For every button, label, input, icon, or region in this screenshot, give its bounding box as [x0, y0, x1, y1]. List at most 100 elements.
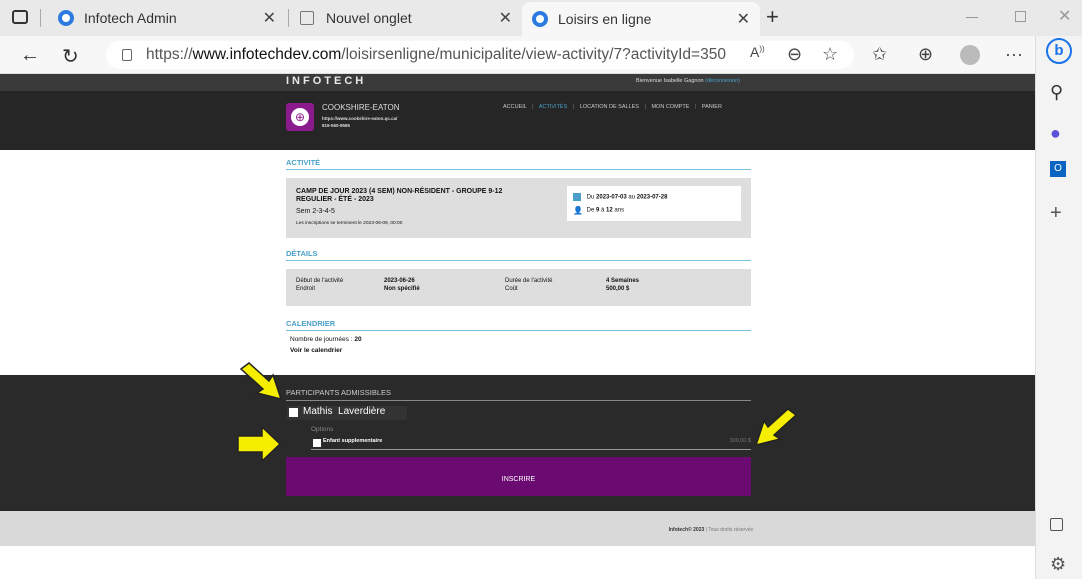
url-field[interactable]: https://www.infotechdev.com/loisirsenlig… [106, 41, 854, 69]
favorites-list-icon[interactable]: ✩ [872, 44, 887, 65]
settings-icon[interactable]: ⚙ [1050, 554, 1066, 575]
section-calendar-title: CALENDRIER [286, 319, 751, 331]
activity-box: CAMP DE JOUR 2023 (4 SEM) NON-RÉSIDENT -… [286, 178, 751, 238]
search-icon[interactable]: ⚲ [1050, 82, 1063, 103]
age-suffix: ans [614, 207, 625, 214]
org-url[interactable]: https://www.cookshire-eaton.qc.ca/ [322, 116, 397, 121]
favorite-icon[interactable]: ☆ [822, 44, 838, 65]
close-icon[interactable]: ✕ [499, 8, 512, 28]
nav-compte[interactable]: MON COMPTE [651, 104, 689, 110]
nav-location[interactable]: LOCATION DE SALLES [580, 104, 639, 110]
tab-title: Nouvel onglet [326, 10, 412, 26]
nav-panier[interactable]: PANIER [702, 104, 722, 110]
tab-actions-icon[interactable] [12, 10, 28, 24]
age-to: 12 [606, 207, 613, 214]
page-footer: Infotech© 2023 | Tous droits réservés [0, 511, 1035, 546]
date-mid: au [628, 194, 636, 201]
refresh-icon[interactable]: ↻ [62, 44, 79, 69]
tab-title: Loisirs en ligne [558, 11, 652, 27]
participant-name: Mathis Laverdière [303, 406, 386, 417]
participant-checkbox[interactable] [289, 408, 298, 417]
participant-row[interactable]: Mathis Laverdière [287, 406, 407, 420]
date-to: 2023-07-28 [636, 194, 668, 201]
edge-tab-icon [58, 10, 74, 26]
option-checkbox[interactable] [313, 439, 321, 447]
url-prefix: https:// [146, 46, 193, 63]
section-participants-title: PARTICIPANTS ADMISSIBLES [286, 388, 751, 401]
profile-avatar[interactable] [960, 45, 980, 65]
top-strip: INFOTECH Bienvenue Isabelle Gagnon (déco… [0, 74, 1035, 91]
section-details-title: DÉTAILS [286, 249, 751, 261]
date-prefix: Du [586, 194, 595, 201]
edge-sidebar: b ⚲ ● O + ⚙ [1035, 36, 1082, 579]
start-label: Début de l'activité [296, 278, 344, 284]
url-path: /loisirsenligne/municipalite/view-activi… [341, 46, 726, 63]
duration-label: Durée de l'activité [505, 278, 553, 284]
place-label: Endroit [296, 286, 316, 292]
collections-icon[interactable]: ⊕ [918, 44, 933, 65]
new-tab-button[interactable]: + [766, 4, 779, 30]
read-aloud-icon[interactable]: A)) [750, 44, 765, 60]
tab-loisirs[interactable]: Loisirs en ligne ✕ [522, 2, 760, 36]
nav-activites[interactable]: ACTIVITÉS [539, 104, 567, 110]
tab-new-tab[interactable]: Nouvel onglet ✕ [292, 4, 522, 32]
close-icon[interactable]: ✕ [737, 9, 750, 29]
shopping-icon[interactable]: ● [1050, 123, 1061, 144]
add-icon[interactable]: + [1050, 202, 1062, 225]
register-button[interactable]: INSCRIRE [286, 457, 751, 496]
activity-name: CAMP DE JOUR 2023 (4 SEM) NON-RÉSIDENT -… [296, 188, 502, 204]
date-range: Du 2023-07-03 au 2023-07-28 [573, 193, 667, 201]
outlook-icon[interactable]: O [1050, 161, 1066, 177]
option-row: Enfant supplementaire 300,00 $ [311, 436, 751, 450]
new-tab-page-icon [300, 11, 314, 25]
age-prefix: De [586, 207, 595, 214]
logout-link[interactable]: (déconnexion) [705, 78, 740, 84]
bing-icon[interactable]: b [1046, 38, 1072, 64]
date-from: 2023-07-03 [596, 194, 627, 201]
footer-rights: Tous droits réservés [708, 527, 753, 533]
org-logo[interactable]: ⊕ [286, 103, 314, 131]
calendar-icon [573, 193, 581, 201]
age-from: 9 [596, 207, 600, 214]
site-nav: ACCUEIL | ACTIVITÉS | LOCATION DE SALLES… [503, 104, 722, 110]
back-icon[interactable]: ← [20, 44, 40, 67]
footer-copyright: Infotech© 2023 [668, 527, 705, 533]
start-value: 2023-06-26 [384, 278, 415, 284]
url-domain: www.infotechdev.com [192, 46, 342, 63]
maximize-icon[interactable] [1015, 11, 1026, 22]
lock-icon [122, 49, 132, 61]
zoom-out-icon[interactable]: ⊖ [787, 44, 802, 65]
edge-tab-icon [532, 11, 548, 27]
options-label: Options [311, 426, 334, 433]
close-icon[interactable]: ✕ [263, 8, 276, 28]
nav-separator: | [644, 104, 646, 110]
nav-accueil[interactable]: ACCUEIL [503, 104, 527, 110]
option-price: 300,00 $ [729, 438, 751, 444]
place-value: Non spécifié [384, 286, 420, 292]
more-icon[interactable]: ··· [1005, 44, 1023, 65]
activity-dates-card: Du 2023-07-03 au 2023-07-28 👤 De 9 à 12 … [567, 186, 741, 221]
tab-title: Infotech Admin [84, 10, 177, 26]
details-box: Début de l'activité 2023-06-26 Endroit N… [286, 269, 751, 306]
infotech-logo: INFOTECH [286, 75, 367, 87]
web-page: INFOTECH Bienvenue Isabelle Gagnon (déco… [0, 74, 1035, 579]
annotation-arrow-option [237, 425, 282, 463]
nav-separator: | [572, 104, 575, 110]
close-window-icon[interactable]: ✕ [1058, 6, 1071, 26]
minimize-icon[interactable] [966, 17, 978, 18]
days-value: 20 [354, 336, 362, 343]
welcome-text: Bienvenue Isabelle Gagnon (déconnexion) [636, 78, 740, 84]
nav-separator: | [694, 104, 697, 110]
days-count: Nombre de journées : 20 [290, 336, 362, 343]
sidebar-toggle-icon[interactable] [1050, 518, 1063, 531]
org-name: COOKSHIRE-EATON [322, 103, 400, 112]
days-label: Nombre de journées : [290, 336, 353, 343]
duration-value: 4 Semaines [606, 278, 640, 284]
nav-separator: | [532, 104, 534, 110]
cost-value: 500,00 $ [606, 286, 630, 292]
org-phone: 819-560-8585 [322, 123, 351, 128]
tab-infotech-admin[interactable]: Infotech Admin ✕ [48, 4, 286, 32]
view-calendar-link[interactable]: Voir le calendrier [290, 347, 342, 354]
footer-text: Infotech© 2023 | Tous droits réservés [669, 527, 753, 533]
address-bar-row: ← ↻ https://www.infotechdev.com/loisirse… [0, 36, 1035, 74]
